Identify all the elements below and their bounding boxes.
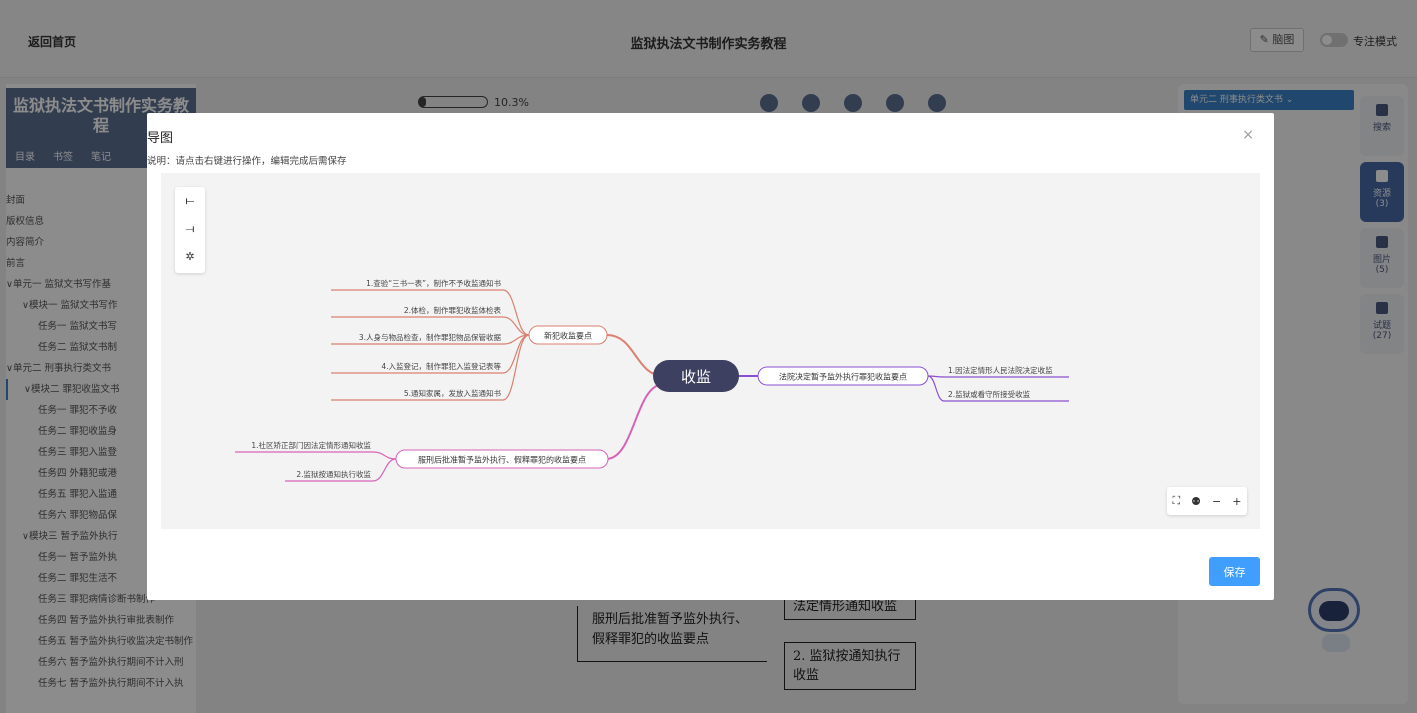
mindmap-node-label[interactable]: 服刑后批准暂予监外执行、假释罪犯的收监要点 bbox=[418, 455, 586, 465]
mindmap-node-label[interactable]: 法院决定暂予监外执行罪犯收监要点 bbox=[779, 372, 907, 382]
mindmap-leaf: 5.通知家属，发放入监通知书 bbox=[404, 388, 502, 398]
mindmap-edge bbox=[502, 334, 530, 401]
save-button[interactable]: 保存 bbox=[1209, 557, 1260, 586]
mindmap-canvas[interactable]: ⟝ ⟞ ✲ 新犯收监要点 1.查验“三书一表”，制作不予收监通知书 2.体检，制作罪… bbox=[161, 173, 1260, 529]
dialog-description: 说明：请点击右键进行操作，编辑完成后需保存 bbox=[147, 156, 347, 167]
close-icon[interactable]: × bbox=[1242, 127, 1254, 143]
mindmap-edge bbox=[502, 289, 530, 336]
mindmap-edge bbox=[372, 458, 397, 482]
mindmap-leaf: 1.查验“三书一表”，制作不予收监通知书 bbox=[366, 278, 501, 288]
mindmap-graph: 新犯收监要点 1.查验“三书一表”，制作不予收监通知书 2.体检，制作罪犯收监体检表… bbox=[235, 278, 1069, 482]
dialog-title: 导图 bbox=[147, 131, 174, 146]
mindmap-edge bbox=[605, 383, 665, 460]
mindmap-leaf: 2.监狱按通知执行收监 bbox=[296, 469, 371, 479]
zoom-out-icon[interactable]: − bbox=[1212, 495, 1221, 508]
mindmap-leaf: 2.体检，制作罪犯收监体检表 bbox=[404, 305, 502, 315]
mindmap-node-label[interactable]: 新犯收监要点 bbox=[544, 331, 592, 341]
mindmap-edge bbox=[372, 451, 397, 460]
zoom-controls: ⛶ ⚉ − + bbox=[1167, 487, 1247, 515]
fullscreen-icon[interactable]: ⛶ bbox=[1172, 494, 1180, 508]
mindmap-leaf: 1.社区矫正部门因法定情形通知收监 bbox=[251, 440, 371, 450]
mindmap-leaf: 3.人身与物品检查，制作罪犯物品保管收据 bbox=[359, 332, 502, 342]
mindmap-edge bbox=[502, 316, 530, 336]
zoom-in-icon[interactable]: + bbox=[1232, 495, 1241, 508]
mindmap-root-label: 收监 bbox=[681, 368, 711, 386]
mindmap-leaf: 4.入监登记，制作罪犯入监登记表等 bbox=[381, 361, 501, 371]
reset-view-icon[interactable]: ⚉ bbox=[1191, 495, 1201, 508]
mindmap-edge bbox=[927, 375, 945, 402]
mindmap-leaf: 1.因法定情形人民法院决定收监 bbox=[948, 365, 1053, 375]
mindmap-dialog: 导图 说明：请点击右键进行操作，编辑完成后需保存 × ⟝ ⟞ ✲ 新犯收监要点 1… bbox=[147, 113, 1274, 600]
mindmap-leaf: 2.监狱或看守所接受收监 bbox=[948, 389, 1031, 399]
